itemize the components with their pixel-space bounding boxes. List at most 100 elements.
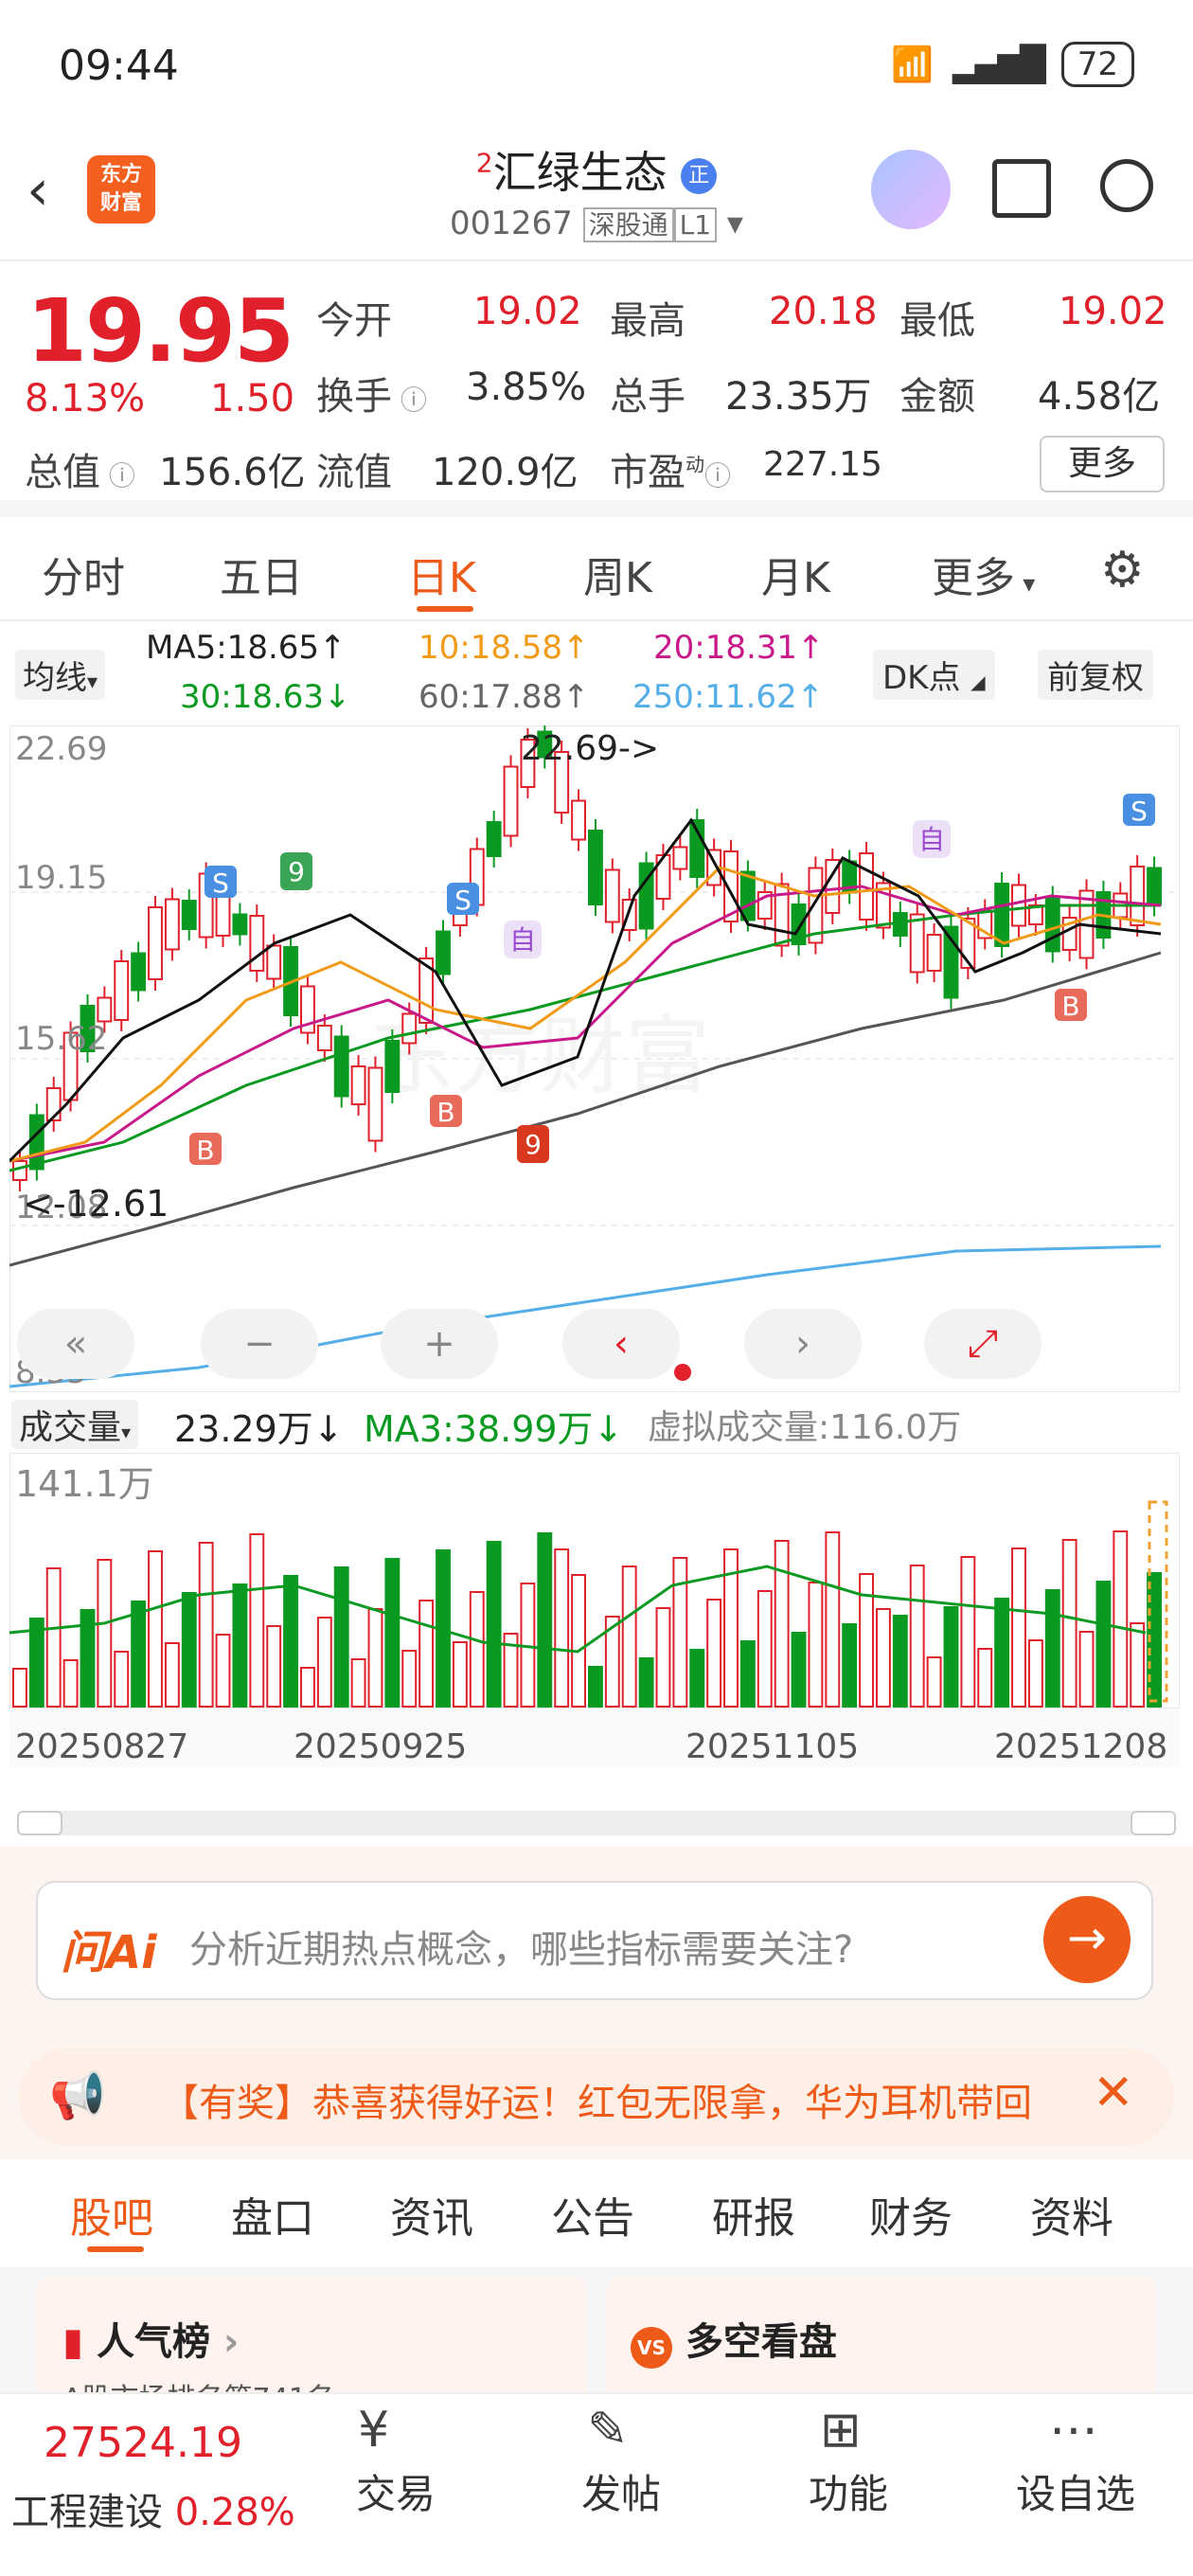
volume-bar [689,1649,705,1708]
volume-select[interactable]: 成交量▾ [11,1400,139,1449]
wifi-icon: 📶 [891,45,934,84]
volume-bar [1078,1631,1095,1708]
tab-more[interactable]: 更多 ▾ [932,544,1035,604]
tab-announcements[interactable]: 公告 [551,2184,634,2245]
tab-forum[interactable]: 股吧 [70,2184,153,2245]
candle [503,765,519,837]
last-price: 19.95 [27,280,294,382]
candle [571,799,587,841]
volume-bar [333,1566,349,1708]
tab-financials[interactable]: 财务 [869,2184,953,2245]
vs-icon: VS [631,2327,672,2369]
volume-bar [316,1617,332,1708]
tab-intraday[interactable]: 分时 [42,544,125,604]
scroll-handle-left[interactable] [17,1811,62,1835]
volume-bar [249,1533,265,1708]
robot-icon[interactable] [871,150,951,229]
ai-placeholder[interactable]: 分析近期热点概念，哪些指标需要关注? [189,1919,853,1974]
change-pct: 8.13% [25,377,146,420]
dk-button[interactable]: DK点 ◢ [873,650,995,700]
volume-bar [418,1600,435,1708]
tab-profile[interactable]: 资料 [1030,2184,1113,2245]
zoom-in-button[interactable]: + [381,1309,498,1379]
ma60-value: 60:17.88↑ [418,678,590,716]
zoom-out-button[interactable]: − [201,1309,318,1379]
candle [909,913,925,974]
y-tick-1: 19.15 [15,859,107,897]
chart-scrollbar[interactable] [17,1811,1176,1835]
ai-logo: 问Ai [61,1926,157,1979]
volume-bar [571,1574,587,1708]
tab-5day[interactable]: 五日 [220,544,303,604]
volume-bar [266,1625,282,1708]
index-value[interactable]: 27524.19 [44,2419,242,2467]
volume-bar [739,1640,756,1708]
ma10-value: 10:18.58↑ [418,629,590,667]
gear-icon[interactable]: ⚙ [1100,542,1145,599]
amount-label: 金额 [899,375,975,419]
volume-bar [164,1642,180,1708]
next-button[interactable]: › [744,1309,862,1379]
kline-chart[interactable]: 东方财富 22.69 19.15 15.62 12.08 8.55 22.69-… [9,725,1180,1392]
arrow-right-icon[interactable]: → [1043,1896,1131,1983]
candle [672,846,688,870]
close-icon[interactable]: ✕ [1093,2065,1134,2121]
low-label: 最低 [899,299,975,343]
nav-watchlist[interactable]: 设自选 [990,2462,1161,2520]
volume-bar [909,1565,925,1708]
edit-icon: ✎ [587,2402,629,2459]
more-dots-icon: ⋯ [1049,2402,1098,2459]
turnover-label: 换手 ⓘ [316,375,427,419]
volume-bar [232,1583,248,1708]
volume-value: 23.35万 [725,375,872,419]
volume-bar [774,1540,790,1708]
nav-trade[interactable]: 交易 [311,2462,481,2520]
more-button[interactable]: 更多 [1040,436,1165,492]
tab-monthly-k[interactable]: 月K [761,544,830,604]
ma250-value: 250:11.62↑ [632,678,825,716]
nav-functions[interactable]: 功能 [763,2462,934,2520]
battery-icon: 72 [1060,42,1134,87]
candle [333,1035,349,1098]
adjust-button[interactable]: 前复权 [1038,650,1153,700]
rewind-button[interactable]: « [17,1309,134,1379]
tab-research[interactable]: 研报 [712,2184,795,2245]
prev-button[interactable]: ‹ [562,1309,680,1379]
volume-bar [1130,1622,1146,1708]
high-marker-label: 22.69-> [521,729,659,768]
self-marker: 自 [509,924,536,956]
tab-orderbook[interactable]: 盘口 [231,2184,314,2245]
volume-bar [452,1641,468,1708]
candle [28,1114,45,1171]
date-tick: 20250827 [15,1727,188,1766]
expand-icon[interactable]: ⤢ [924,1309,1042,1379]
self-marker: 自 [918,824,945,855]
volume-chart[interactable]: 141.1万 20250827 20250925 20251105 202512… [9,1453,1180,1799]
ma-select[interactable]: 均线▾ [15,650,106,700]
tab2-indicator [87,2246,144,2252]
open-label: 今开 [316,299,392,343]
volume-bar [892,1615,908,1708]
volume-bar [960,1556,976,1708]
tab-news[interactable]: 资讯 [390,2184,473,2245]
scroll-handle-right[interactable] [1131,1811,1176,1835]
index-label[interactable]: 工程建设 0.28% [11,2481,295,2536]
tab-daily-k[interactable]: 日K [407,544,476,604]
volume-bar [706,1599,722,1708]
volume-bar [1095,1581,1112,1708]
share-icon[interactable] [992,159,1051,218]
candle [350,1065,366,1105]
mcap-value: 156.6亿 [159,451,306,494]
search-icon[interactable] [1100,159,1153,212]
volume-bar [401,1650,418,1708]
tab-weekly-k[interactable]: 周K [583,544,652,604]
date-tick: 20251105 [686,1727,859,1766]
volume-bar [1011,1547,1026,1708]
amount-value: 4.58亿 [1038,375,1161,419]
volume-bar [114,1651,130,1708]
popularity-title: ▮ 人气榜 › [62,2320,240,2364]
nav-post[interactable]: 发帖 [536,2462,706,2520]
volume-bar [537,1532,553,1708]
high-label: 最高 [610,299,686,343]
ma5-value: MA5:18.65↑ [146,629,347,667]
